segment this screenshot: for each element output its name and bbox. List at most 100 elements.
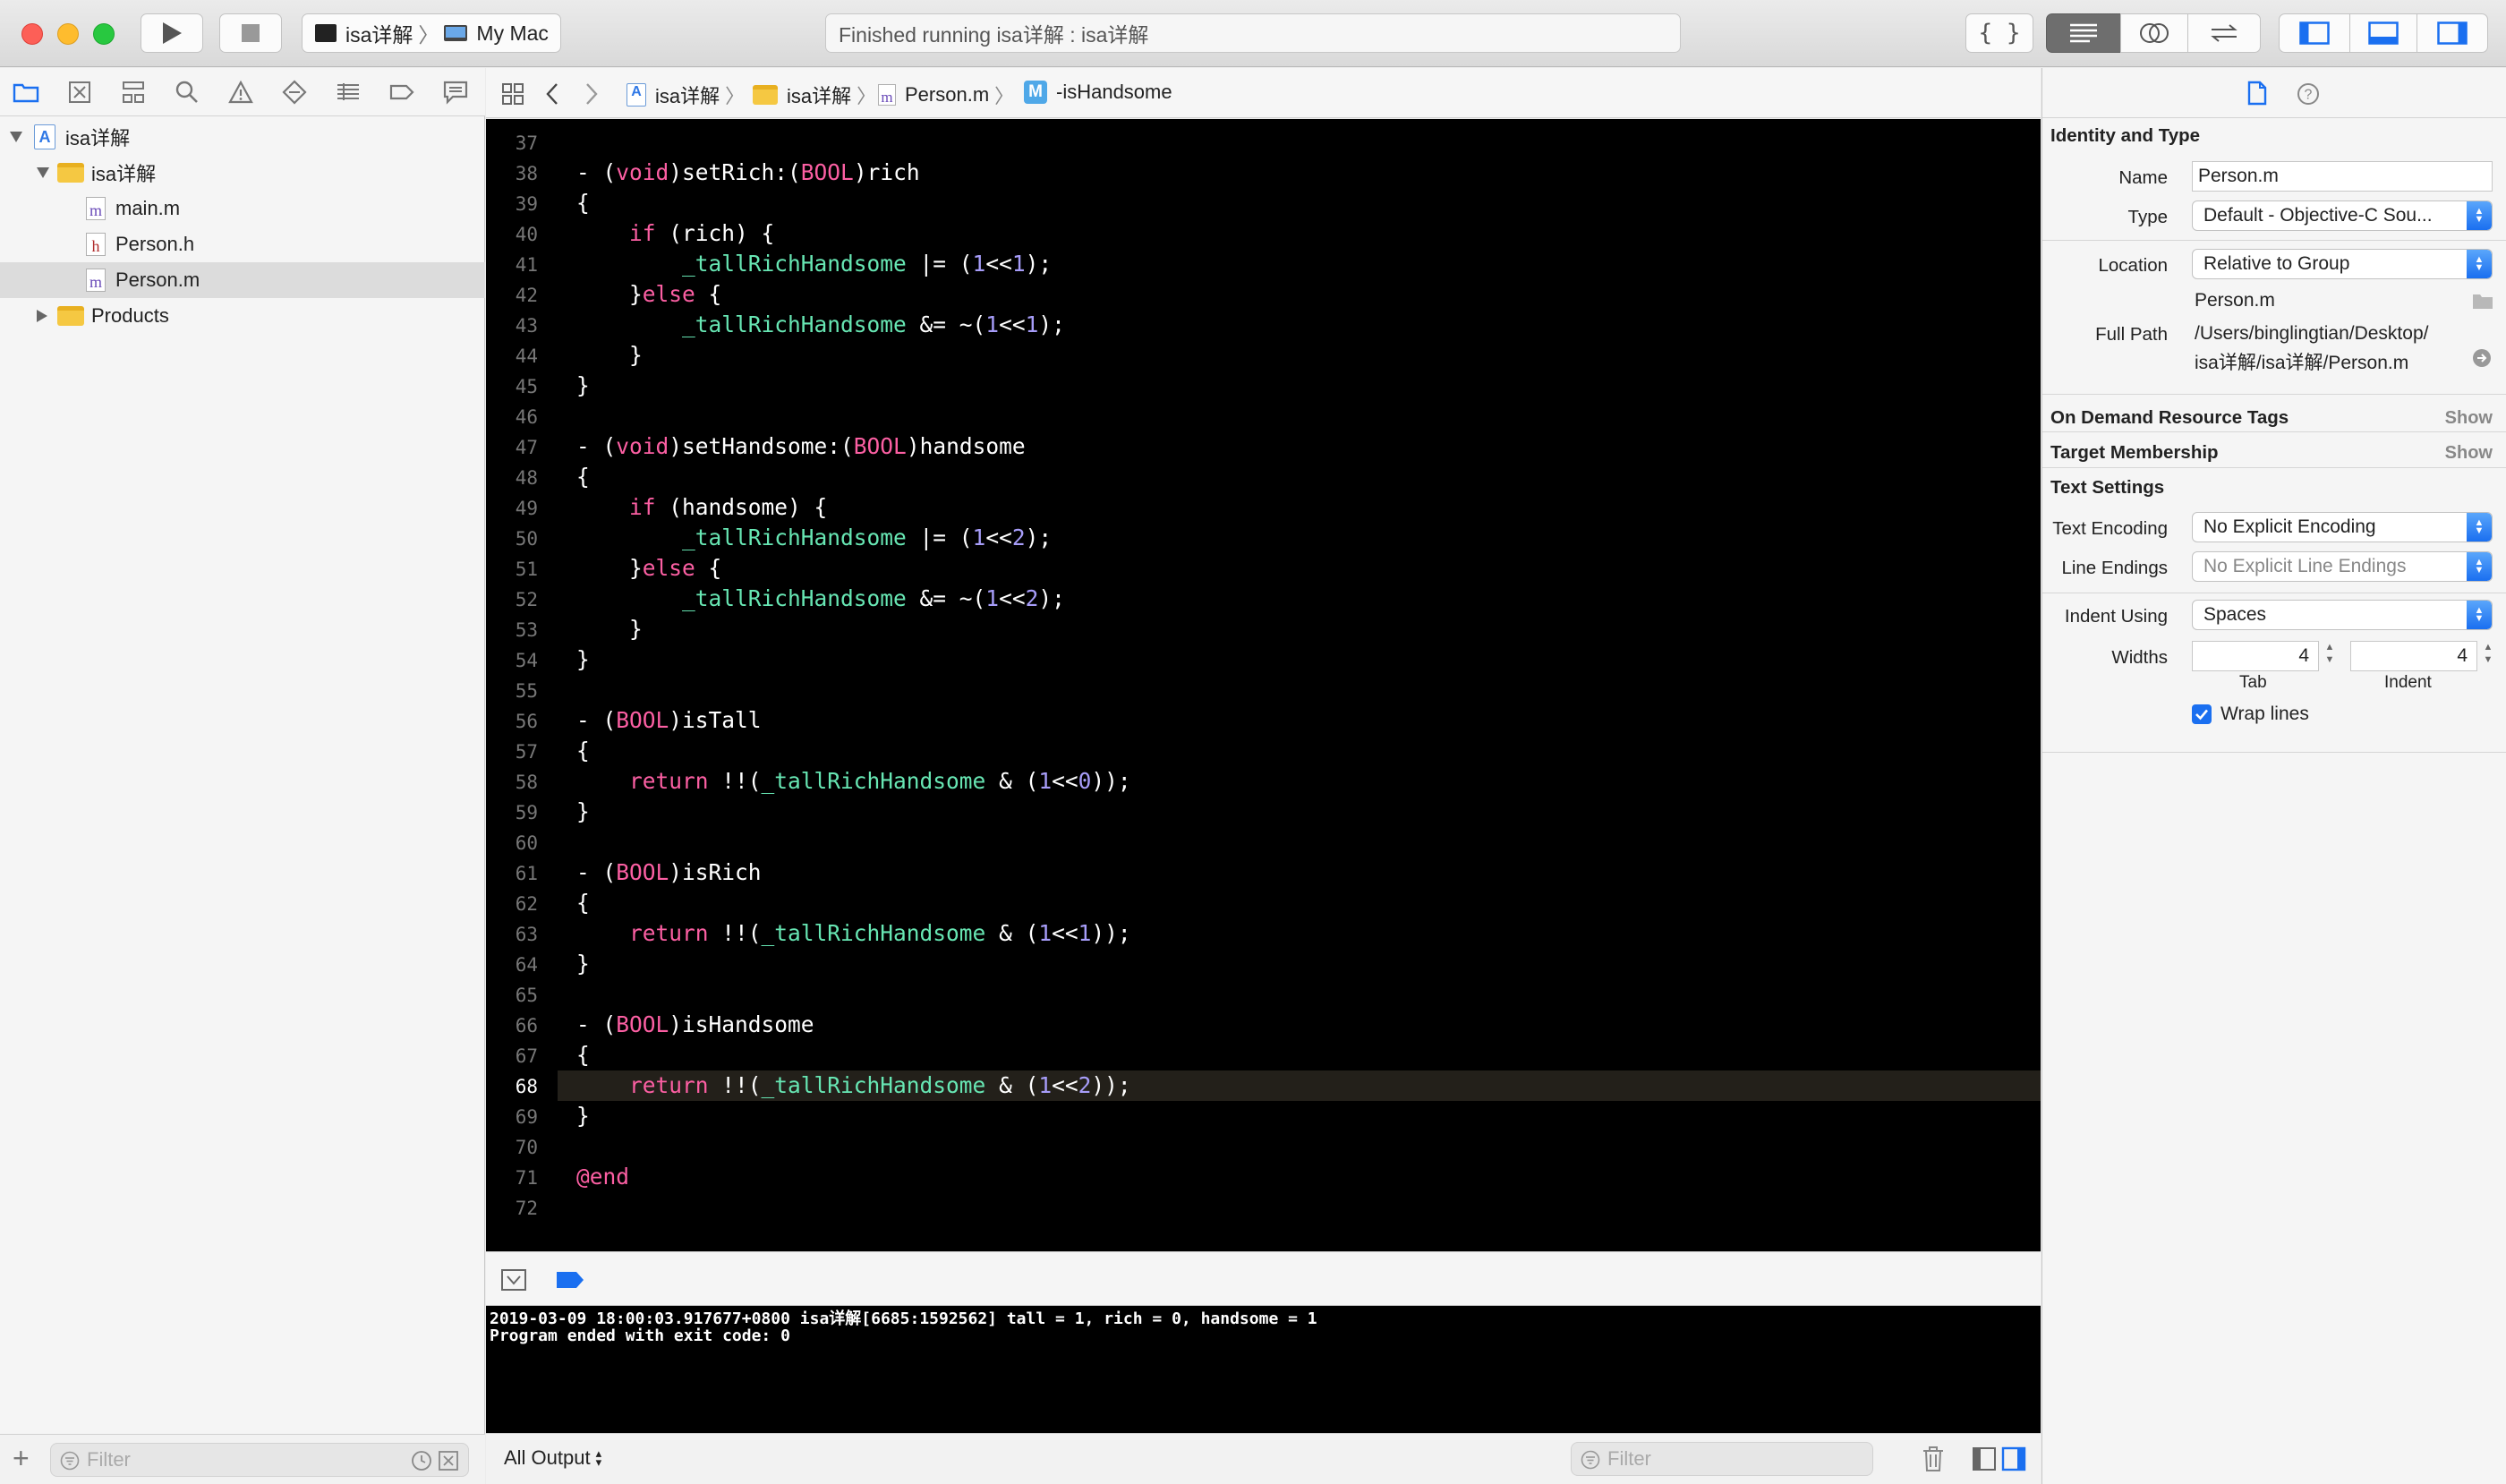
target-show-button[interactable]: Show [2445, 443, 2493, 464]
console-view-toggle-icon[interactable] [2001, 1446, 2026, 1471]
toggle-inspector-button[interactable] [2416, 13, 2488, 53]
add-icon[interactable]: + [13, 1442, 30, 1475]
reveal-in-finder-icon[interactable] [2472, 348, 2492, 368]
clock-icon[interactable] [411, 1450, 432, 1471]
breadcrumb-project[interactable]: A isa详解 〉 [626, 81, 745, 109]
line-number: 58 [515, 772, 538, 793]
breakpoint-navigator-tab[interactable] [387, 77, 417, 107]
library-button[interactable]: { } [1965, 13, 2033, 53]
play-icon [163, 22, 182, 44]
breadcrumb-file[interactable]: m Person.m 〉 [878, 81, 1014, 109]
swap-arrows-icon [2211, 24, 2238, 42]
assistant-editor-button[interactable] [2120, 13, 2188, 53]
standard-editor-button[interactable] [2046, 13, 2121, 53]
report-navigator-tab[interactable] [440, 77, 471, 107]
location-popup[interactable]: Relative to Group ▲ ▼ [2192, 249, 2493, 279]
variables-view-toggle-icon[interactable] [1972, 1446, 1997, 1471]
symbol-navigator-tab[interactable] [118, 77, 149, 107]
line-number: 64 [515, 954, 538, 976]
scheme-selector[interactable]: isa详解 〉 My Mac [302, 13, 561, 53]
navigator-filter-input[interactable]: Filter [50, 1443, 469, 1477]
back-icon[interactable] [545, 82, 559, 106]
code-line: } [576, 616, 643, 642]
line-number: 56 [515, 711, 538, 732]
code-line: - (BOOL)isRich [576, 859, 762, 885]
location-label: Location [2098, 255, 2168, 276]
code-line: { [576, 738, 590, 763]
tab-width-stepper[interactable]: ▲ ▼ [2323, 641, 2337, 671]
test-navigator-tab[interactable] [279, 77, 310, 107]
line-endings-value: No Explicit Line Endings [2203, 556, 2407, 576]
tree-item-project[interactable]: A isa详解 [0, 119, 485, 155]
file-name: main.m [115, 197, 181, 219]
help-icon[interactable]: ? [2297, 82, 2320, 106]
line-endings-popup[interactable]: No Explicit Line Endings ▲ ▼ [2192, 551, 2493, 582]
issue-navigator-tab[interactable] [226, 77, 256, 107]
indent-using-popup[interactable]: Spaces ▲ ▼ [2192, 600, 2493, 630]
tree-item-products[interactable]: Products [0, 298, 485, 334]
wrap-lines-checkbox[interactable]: Wrap lines [2192, 704, 2309, 725]
name-field[interactable]: Person.m [2192, 161, 2493, 192]
breakpoints-toggle-icon[interactable] [555, 1270, 585, 1290]
tree-item-file-selected[interactable]: m Person.m [0, 262, 485, 298]
breadcrumb-label: isa详解 [787, 85, 852, 107]
output-selector[interactable]: All Output ▴ ▾ [504, 1446, 601, 1470]
source-editor[interactable]: 37 38 39 40 41 42 43 44 45 46 47 48 49 50 51 52 53 54 55 56… [486, 119, 2041, 1251]
breadcrumb-group[interactable]: isa详解 〉 [753, 81, 876, 109]
indent-width-field[interactable]: 4 [2350, 641, 2477, 671]
code-line: { [576, 190, 590, 216]
text-encoding-popup[interactable]: No Explicit Encoding ▲ ▼ [2192, 512, 2493, 542]
toggle-navigator-button[interactable] [2279, 13, 2350, 53]
trash-icon[interactable] [1922, 1446, 1945, 1472]
code-line: @end [576, 1164, 630, 1190]
tree-item-file[interactable]: h Person.h [0, 226, 485, 262]
source-control-navigator-tab[interactable] [64, 77, 95, 107]
target-section-title: Target Membership [2050, 442, 2219, 463]
disclosure-open-icon[interactable] [36, 166, 50, 179]
related-items-icon[interactable] [501, 82, 524, 106]
code-line: } [576, 951, 590, 977]
toggle-debug-area-button[interactable] [2349, 13, 2417, 53]
disclosure-closed-icon[interactable] [36, 309, 48, 323]
version-editor-button[interactable] [2187, 13, 2261, 53]
tab-width-value: 4 [2298, 645, 2309, 666]
output-selector-label: All Output [504, 1446, 591, 1469]
project-navigator-tab[interactable] [11, 77, 41, 107]
code-line: } [576, 372, 590, 398]
line-endings-label: Line Endings [2061, 558, 2168, 578]
zoom-window-button[interactable] [93, 23, 115, 45]
code-line: } [576, 646, 590, 672]
minimize-window-button[interactable] [57, 23, 79, 45]
type-popup[interactable]: Default - Objective-C Sou... ▲ ▼ [2192, 200, 2493, 231]
scm-filter-icon[interactable] [438, 1450, 459, 1471]
run-button[interactable] [141, 13, 203, 53]
console-output[interactable]: 2019-03-09 18:00:03.917677+0800 isa详解[66… [486, 1306, 2041, 1433]
line-number: 38 [515, 163, 538, 184]
reveal-folder-icon[interactable] [2472, 292, 2493, 310]
disclosure-open-icon[interactable] [9, 131, 23, 143]
console-line: Program ended with exit code: 0 [490, 1326, 790, 1345]
laptop-icon [444, 25, 468, 41]
name-value: Person.m [2198, 166, 2279, 186]
debug-navigator-tab[interactable] [333, 77, 363, 107]
file-inspector-icon[interactable] [2247, 81, 2267, 106]
odr-show-button[interactable]: Show [2445, 408, 2493, 429]
tab-width-field[interactable]: 4 [2192, 641, 2319, 671]
hide-debug-area-icon[interactable] [500, 1268, 527, 1292]
line-number: 37 [515, 132, 538, 154]
code-line: }else { [576, 281, 722, 307]
tree-item-file[interactable]: m main.m [0, 191, 485, 226]
breadcrumb-method[interactable]: M -isHandsome [1024, 81, 1172, 104]
xcode-window: isa详解 〉 My Mac Finished running isa详解 : … [0, 0, 2506, 1484]
tree-item-group[interactable]: isa详解 [0, 155, 485, 191]
divider [2042, 467, 2506, 468]
close-window-button[interactable] [21, 23, 43, 45]
stop-button[interactable] [219, 13, 282, 53]
console-filter-input[interactable]: Filter [1571, 1442, 1873, 1476]
folder-icon [57, 306, 84, 326]
find-navigator-tab[interactable] [172, 77, 202, 107]
code-line: }else { [576, 555, 722, 581]
terminal-icon [315, 24, 337, 42]
indent-width-stepper[interactable]: ▲ ▼ [2481, 641, 2495, 671]
forward-icon[interactable] [584, 82, 599, 106]
